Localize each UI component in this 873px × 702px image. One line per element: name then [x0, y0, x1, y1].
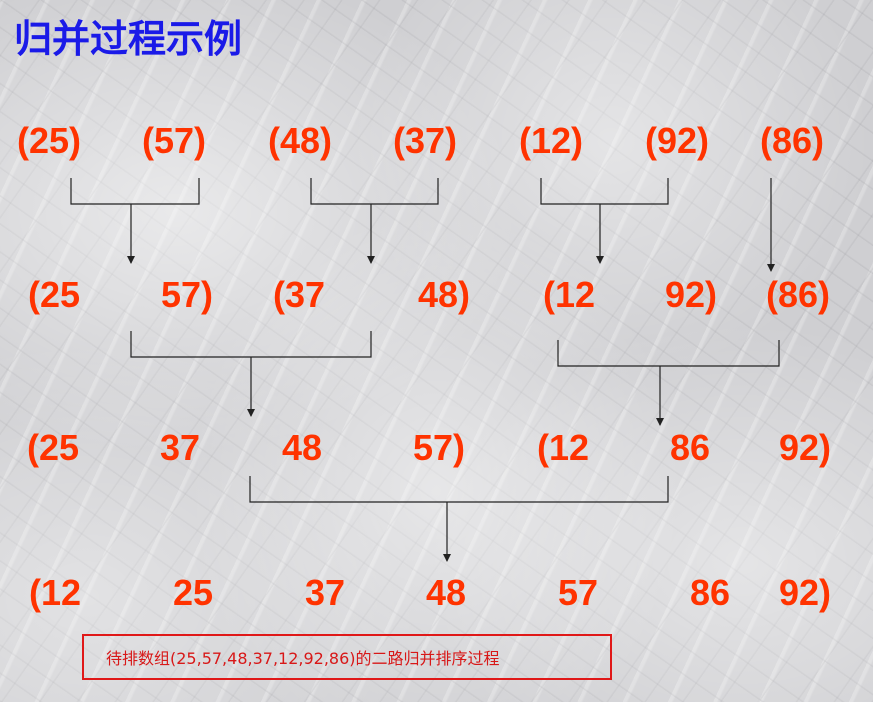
merge-bracket — [540, 178, 669, 205]
arrowhead — [656, 418, 664, 426]
caption-text: 待排数组(25,57,48,37,12,92,86)的二路归并排序过程 — [106, 649, 500, 668]
merge-bracket — [557, 340, 780, 367]
merge-connectors — [70, 178, 780, 562]
arrowhead — [443, 554, 451, 562]
arrowhead — [247, 409, 255, 417]
merge-bracket — [130, 331, 372, 358]
arrowhead — [127, 256, 135, 264]
arrowhead — [767, 264, 775, 272]
caption-box: 待排数组(25,57,48,37,12,92,86)的二路归并排序过程 — [82, 634, 612, 680]
merge-bracket — [249, 476, 669, 503]
merge-bracket — [310, 178, 439, 205]
arrowhead — [367, 256, 375, 264]
merge-bracket — [70, 178, 200, 205]
arrowhead — [596, 256, 604, 264]
